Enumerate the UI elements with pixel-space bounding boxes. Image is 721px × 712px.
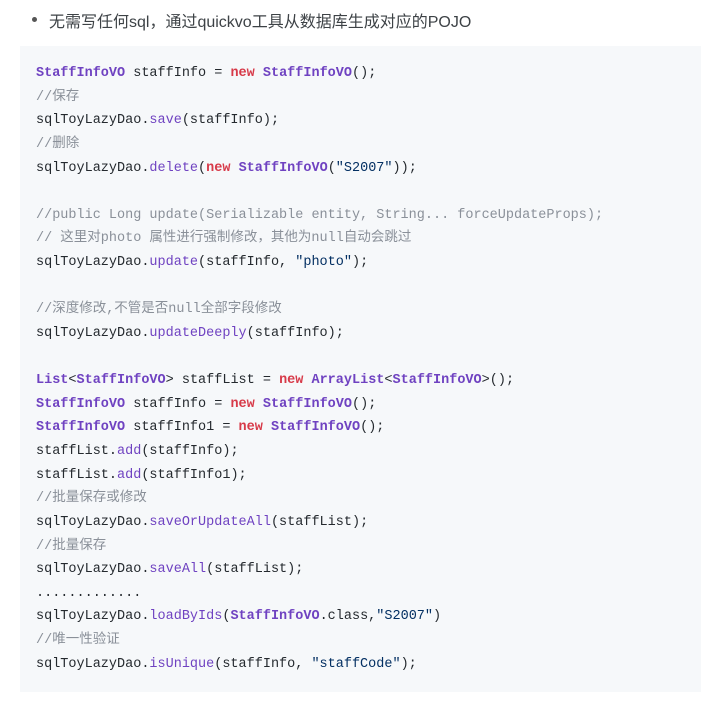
- code-text: [255, 397, 263, 412]
- code-text: sqlToyLazyDao.: [36, 113, 149, 128]
- code-text: sqlToyLazyDao.: [36, 657, 149, 672]
- code-type: StaffInfoVO: [271, 420, 360, 435]
- code-comment: //批量保存或修改: [36, 491, 147, 506]
- code-text: (staffInfo);: [141, 444, 238, 459]
- code-text: (staffInfo,: [214, 657, 311, 672]
- code-method: delete: [149, 161, 198, 176]
- code-text: staffInfo1: [125, 420, 222, 435]
- code-keyword: new: [279, 373, 303, 388]
- code-string: "staffCode": [311, 657, 400, 672]
- code-method: saveAll: [149, 562, 206, 577]
- code-type: StaffInfoVO: [263, 66, 352, 81]
- code-type: StaffInfoVO: [36, 420, 125, 435]
- code-type: StaffInfoVO: [36, 66, 125, 81]
- code-type: StaffInfoVO: [77, 373, 166, 388]
- code-string: "S2007": [376, 609, 433, 624]
- page-container: 无需写任何sql，通过quickvo工具从数据库生成对应的POJO StaffI…: [0, 8, 721, 692]
- code-text: staffList.: [36, 444, 117, 459]
- code-text: ));: [393, 161, 417, 176]
- code-comment: //批量保存: [36, 539, 106, 554]
- code-text: [255, 66, 263, 81]
- code-text: ();: [352, 66, 376, 81]
- code-keyword: new: [206, 161, 230, 176]
- code-type: List: [36, 373, 68, 388]
- code-text: (staffInfo);: [182, 113, 279, 128]
- code-text: (staffList);: [206, 562, 303, 577]
- code-type: StaffInfoVO: [263, 397, 352, 412]
- code-text: .class,: [320, 609, 377, 624]
- code-text: =: [214, 397, 230, 412]
- code-text: sqlToyLazyDao.: [36, 326, 149, 341]
- code-comment: //唯一性验证: [36, 633, 120, 648]
- code-text: [230, 161, 238, 176]
- code-text: (staffInfo1);: [141, 468, 246, 483]
- code-text: (staffInfo,: [198, 255, 295, 270]
- code-method: add: [117, 468, 141, 483]
- code-type: StaffInfoVO: [36, 397, 125, 412]
- code-string: "S2007": [336, 161, 393, 176]
- code-text: =: [222, 420, 238, 435]
- code-text: ): [433, 609, 441, 624]
- code-text: (staffList);: [271, 515, 368, 530]
- code-text: [263, 420, 271, 435]
- code-keyword: new: [239, 420, 263, 435]
- code-comment: //深度修改,不管是否null全部字段修改: [36, 302, 282, 317]
- code-text: staffList.: [36, 468, 117, 483]
- code-text: (: [198, 161, 206, 176]
- code-text: sqlToyLazyDao.: [36, 515, 149, 530]
- code-text: );: [352, 255, 368, 270]
- code-type: ArrayList: [311, 373, 384, 388]
- code-comment: //保存: [36, 90, 79, 105]
- code-method: updateDeeply: [149, 326, 246, 341]
- code-comment: //public Long update(Serializable entity…: [36, 208, 603, 223]
- code-type: StaffInfoVO: [393, 373, 482, 388]
- code-text: .............: [36, 586, 141, 601]
- code-text: sqlToyLazyDao.: [36, 609, 149, 624]
- code-text: =: [214, 66, 230, 81]
- code-text: ();: [360, 420, 384, 435]
- bullet-dot-icon: [32, 17, 37, 22]
- code-text: =: [263, 373, 279, 388]
- code-type: StaffInfoVO: [239, 161, 328, 176]
- code-method: add: [117, 444, 141, 459]
- code-text: sqlToyLazyDao.: [36, 562, 149, 577]
- code-text: staffInfo: [125, 66, 214, 81]
- code-keyword: new: [230, 397, 254, 412]
- code-string: "photo": [295, 255, 352, 270]
- code-method: loadByIds: [149, 609, 222, 624]
- code-text: ();: [352, 397, 376, 412]
- code-method: isUnique: [149, 657, 214, 672]
- bullet-item: 无需写任何sql，通过quickvo工具从数据库生成对应的POJO: [20, 8, 701, 32]
- code-method: save: [149, 113, 181, 128]
- bullet-text: 无需写任何sql，通过quickvo工具从数据库生成对应的POJO: [49, 8, 471, 32]
- code-text: sqlToyLazyDao.: [36, 255, 149, 270]
- code-text: <: [68, 373, 76, 388]
- code-text: staffInfo: [125, 397, 214, 412]
- code-type: StaffInfoVO: [230, 609, 319, 624]
- code-text: > staffList: [166, 373, 263, 388]
- code-keyword: new: [230, 66, 254, 81]
- code-block: StaffInfoVO staffInfo = new StaffInfoVO(…: [20, 46, 701, 692]
- code-text: );: [401, 657, 417, 672]
- code-method: update: [149, 255, 198, 270]
- code-comment: // 这里对photo 属性进行强制修改，其他为null自动会跳过: [36, 231, 411, 246]
- code-text: >();: [482, 373, 514, 388]
- code-text: sqlToyLazyDao.: [36, 161, 149, 176]
- code-text: (: [328, 161, 336, 176]
- code-comment: //删除: [36, 137, 79, 152]
- code-method: saveOrUpdateAll: [149, 515, 271, 530]
- code-text: (staffInfo);: [247, 326, 344, 341]
- code-text: <: [384, 373, 392, 388]
